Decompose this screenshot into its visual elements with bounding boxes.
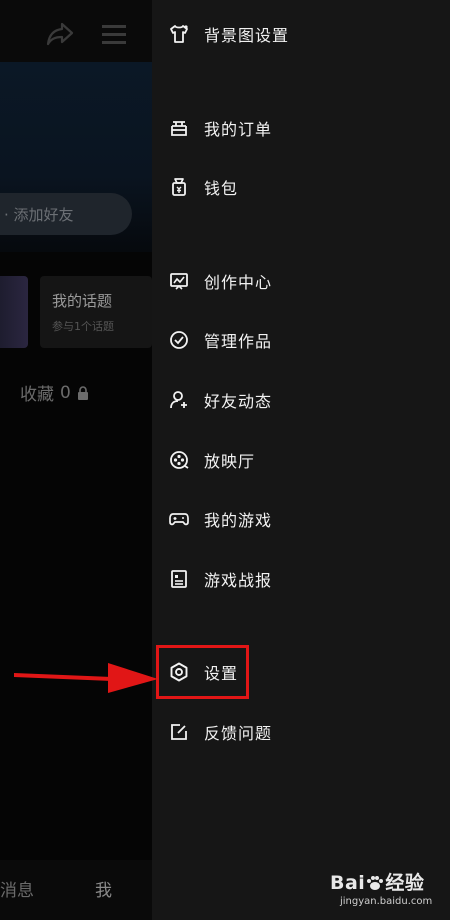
menu-item-screening-hall[interactable]: 放映厅 [168, 440, 255, 480]
watermark-brand: Bai 经验 [330, 868, 424, 895]
menu-item-background-settings[interactable]: 背景图设置 [168, 14, 289, 54]
favorites-label: 收藏 [20, 385, 54, 405]
menu-item-manage-works[interactable]: 管理作品 [168, 320, 272, 360]
favorites-tab[interactable]: 收藏 0 [20, 380, 89, 405]
menu-item-label: 我的游戏 [204, 511, 273, 530]
settings-highlight-box [156, 645, 249, 699]
favorites-count: 0 [60, 382, 71, 403]
tab-me[interactable]: 我 [95, 876, 112, 901]
profile-card-thumbnail[interactable] [0, 276, 28, 348]
friend-activity-icon [168, 389, 190, 411]
check-circle-icon [168, 329, 190, 351]
tab-messages[interactable]: 消息 [0, 876, 34, 901]
wallet-icon [168, 176, 190, 198]
menu-item-label: 钱包 [204, 179, 239, 198]
topic-card-subtitle: 参与1个话题 [52, 320, 114, 333]
gamepad-icon [168, 508, 190, 530]
add-friend-button[interactable]: · 添加好友 [0, 193, 132, 235]
baidu-jingyan-watermark: Bai 经验 jingyan.baidu.com [330, 868, 440, 914]
watermark-brand-left: Bai [330, 872, 366, 894]
watermark-brand-right: 经验 [385, 872, 425, 894]
menu-item-label: 管理作品 [204, 332, 273, 351]
menu-item-my-orders[interactable]: 我的订单 [168, 108, 272, 148]
menu-item-label: 我的订单 [204, 120, 273, 139]
topic-card-title: 我的话题 [52, 292, 113, 310]
menu-item-label: 放映厅 [204, 452, 256, 471]
order-icon [168, 117, 190, 139]
top-bar [0, 0, 152, 62]
film-reel-icon [168, 449, 190, 471]
paw-logo-icon [367, 876, 384, 890]
menu-item-my-games[interactable]: 我的游戏 [168, 499, 272, 539]
lock-icon [77, 385, 88, 400]
profile-page-background: · 添加好友 我的话题 参与1个话题 收藏 0 消息 我 [0, 0, 152, 920]
menu-item-game-reports[interactable]: 游戏战报 [168, 559, 272, 599]
menu-item-feedback[interactable]: 反馈问题 [168, 712, 272, 752]
menu-item-label: 创作中心 [204, 273, 273, 292]
report-icon [168, 568, 190, 590]
menu-item-wallet[interactable]: 钱包 [168, 167, 238, 207]
menu-item-friend-activity[interactable]: 好友动态 [168, 380, 272, 420]
annotation-arrow-icon [14, 663, 158, 693]
feedback-edit-icon [168, 721, 190, 743]
menu-item-creator-center[interactable]: 创作中心 [168, 261, 272, 301]
tshirt-icon [168, 23, 190, 45]
hamburger-menu-icon[interactable] [100, 18, 128, 50]
menu-item-label: 游戏战报 [204, 571, 273, 590]
share-icon[interactable] [44, 18, 76, 50]
menu-item-label: 反馈问题 [204, 724, 273, 743]
watermark-url: jingyan.baidu.com [340, 896, 433, 907]
menu-item-label: 背景图设置 [204, 26, 290, 45]
my-topics-card[interactable]: 我的话题 参与1个话题 [40, 276, 152, 348]
menu-item-label: 好友动态 [204, 392, 273, 411]
creator-icon [168, 270, 190, 292]
side-drawer-menu: 背景图设置 我的订单 钱包 创作中心 管理作品 好友动态 放映厅 我的游戏 游戏… [152, 0, 450, 920]
